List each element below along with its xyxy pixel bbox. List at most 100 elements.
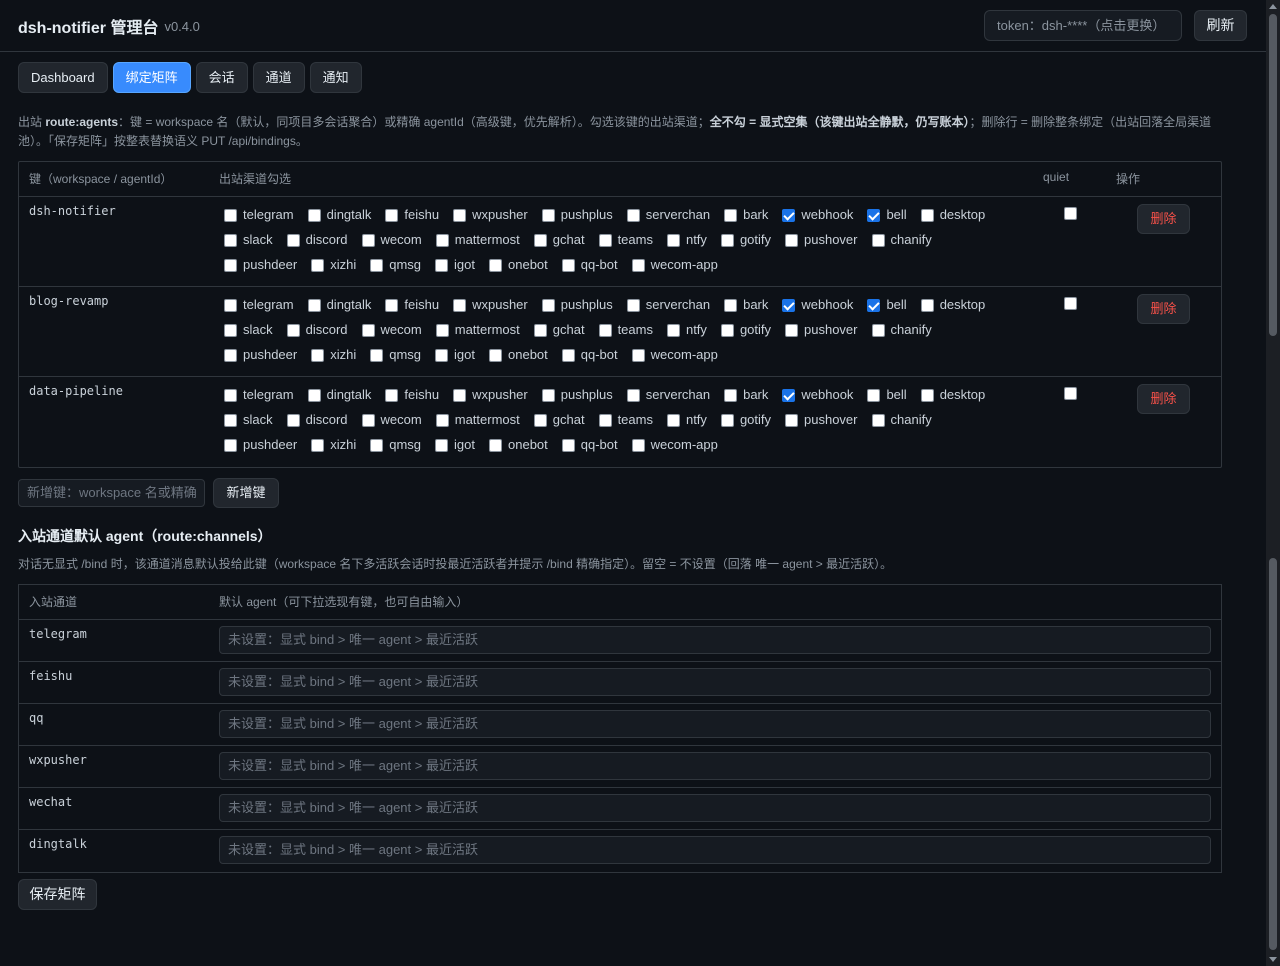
channel-checkbox-dingtalk[interactable]: dingtalk: [307, 207, 386, 222]
checkbox[interactable]: [307, 389, 321, 402]
checkbox[interactable]: [307, 209, 321, 222]
channel-checkbox-pushdeer[interactable]: pushdeer: [224, 257, 311, 272]
checkbox[interactable]: [286, 324, 300, 337]
channel-checkbox-ntfy[interactable]: ntfy: [666, 412, 721, 427]
token-input[interactable]: token：dsh-****（点击更换）: [984, 10, 1182, 41]
checkbox[interactable]: [286, 414, 300, 427]
checkbox[interactable]: [224, 259, 237, 272]
channel-checkbox-gotify[interactable]: gotify: [720, 232, 785, 247]
checkbox[interactable]: [785, 234, 799, 247]
checkbox[interactable]: [224, 234, 237, 247]
channel-checkbox-desktop[interactable]: desktop: [920, 297, 1000, 312]
channel-checkbox-chanify[interactable]: chanify: [871, 322, 946, 337]
checkbox[interactable]: [224, 299, 237, 312]
scroll-up-arrow-icon[interactable]: [1269, 4, 1277, 9]
channel-checkbox-gotify[interactable]: gotify: [720, 412, 785, 427]
checkbox[interactable]: [598, 414, 612, 427]
checkbox[interactable]: [626, 389, 640, 402]
channel-checkbox-qmsg[interactable]: qmsg: [370, 437, 435, 452]
checkbox[interactable]: [370, 439, 384, 452]
delete-button[interactable]: 删除: [1137, 384, 1190, 414]
checkbox[interactable]: [224, 439, 237, 452]
channel-checkbox-qq-bot[interactable]: qq-bot: [561, 257, 632, 272]
channel-checkbox-igot[interactable]: igot: [435, 347, 489, 362]
channel-checkbox-gchat[interactable]: gchat: [533, 232, 599, 247]
checkbox[interactable]: [286, 234, 300, 247]
channel-checkbox-gchat[interactable]: gchat: [533, 412, 599, 427]
scrollbar-thumb[interactable]: [1269, 14, 1277, 336]
channel-checkbox-bell[interactable]: bell: [867, 207, 920, 222]
quiet-checkbox[interactable]: [1064, 387, 1077, 400]
checkbox[interactable]: [370, 259, 384, 272]
channel-checkbox-chanify[interactable]: chanify: [871, 412, 946, 427]
checkbox[interactable]: [871, 324, 885, 337]
checkbox[interactable]: [541, 389, 555, 402]
checkbox[interactable]: [631, 439, 645, 452]
channel-checkbox-xizhi[interactable]: xizhi: [311, 347, 370, 362]
channel-checkbox-wxpusher[interactable]: wxpusher: [453, 297, 542, 312]
checkbox[interactable]: [435, 324, 449, 337]
channel-checkbox-pushplus[interactable]: pushplus: [541, 297, 627, 312]
checkbox[interactable]: [920, 299, 934, 312]
checkbox[interactable]: [598, 324, 612, 337]
checkbox[interactable]: [311, 259, 325, 272]
channel-checkbox-desktop[interactable]: desktop: [920, 387, 1000, 402]
checkbox[interactable]: [867, 389, 881, 402]
checkbox[interactable]: [311, 439, 325, 452]
channel-checkbox-bark[interactable]: bark: [724, 207, 782, 222]
channel-checkbox-discord[interactable]: discord: [286, 322, 362, 337]
checkbox[interactable]: [666, 234, 680, 247]
checkbox[interactable]: [871, 234, 885, 247]
channel-checkbox-qq-bot[interactable]: qq-bot: [561, 437, 632, 452]
checkbox[interactable]: [435, 439, 449, 452]
checkbox[interactable]: [782, 209, 796, 222]
scrollbar-thumb-lower[interactable]: [1269, 558, 1277, 950]
quiet-checkbox[interactable]: [1064, 207, 1077, 220]
channel-checkbox-qq-bot[interactable]: qq-bot: [561, 347, 632, 362]
channel-checkbox-onebot[interactable]: onebot: [489, 437, 562, 452]
checkbox[interactable]: [666, 414, 680, 427]
channel-checkbox-wecom-app[interactable]: wecom-app: [631, 257, 732, 272]
channel-checkbox-chanify[interactable]: chanify: [871, 232, 946, 247]
checkbox[interactable]: [785, 414, 799, 427]
channel-checkbox-ntfy[interactable]: ntfy: [666, 322, 721, 337]
checkbox[interactable]: [631, 349, 645, 362]
default-agent-input[interactable]: 未设置：显式 bind > 唯一 agent > 最近活跃: [219, 626, 1211, 654]
checkbox[interactable]: [631, 259, 645, 272]
channel-checkbox-telegram[interactable]: telegram: [224, 297, 308, 312]
checkbox[interactable]: [871, 414, 885, 427]
checkbox[interactable]: [533, 414, 547, 427]
default-agent-input[interactable]: 未设置：显式 bind > 唯一 agent > 最近活跃: [219, 752, 1211, 780]
channel-checkbox-teams[interactable]: teams: [598, 412, 667, 427]
tab-channels[interactable]: 通道: [252, 62, 305, 93]
checkbox[interactable]: [224, 324, 237, 337]
default-agent-input[interactable]: 未设置：显式 bind > 唯一 agent > 最近活跃: [219, 710, 1211, 738]
tab-bindings[interactable]: 绑定矩阵: [112, 62, 191, 93]
channel-checkbox-wecom-app[interactable]: wecom-app: [631, 347, 732, 362]
checkbox[interactable]: [541, 209, 555, 222]
channel-checkbox-igot[interactable]: igot: [435, 437, 489, 452]
channel-checkbox-serverchan[interactable]: serverchan: [626, 387, 724, 402]
checkbox[interactable]: [785, 324, 799, 337]
channel-checkbox-xizhi[interactable]: xizhi: [311, 437, 370, 452]
checkbox[interactable]: [626, 209, 640, 222]
channel-checkbox-feishu[interactable]: feishu: [385, 297, 453, 312]
channel-checkbox-wecom[interactable]: wecom: [361, 322, 436, 337]
checkbox[interactable]: [920, 209, 934, 222]
checkbox[interactable]: [224, 209, 237, 222]
save-matrix-button[interactable]: 保存矩阵: [18, 879, 97, 910]
checkbox[interactable]: [489, 349, 502, 362]
tab-sessions[interactable]: 会话: [195, 62, 248, 93]
channel-checkbox-bark[interactable]: bark: [724, 387, 782, 402]
checkbox[interactable]: [224, 389, 237, 402]
channel-checkbox-desktop[interactable]: desktop: [920, 207, 1000, 222]
channel-checkbox-mattermost[interactable]: mattermost: [435, 412, 534, 427]
channel-checkbox-onebot[interactable]: onebot: [489, 347, 562, 362]
channel-checkbox-bell[interactable]: bell: [867, 297, 920, 312]
channel-checkbox-serverchan[interactable]: serverchan: [626, 297, 724, 312]
channel-checkbox-ntfy[interactable]: ntfy: [666, 232, 721, 247]
checkbox[interactable]: [453, 389, 467, 402]
checkbox[interactable]: [385, 389, 399, 402]
new-key-input[interactable]: 新增键：workspace 名或精确: [18, 479, 205, 507]
checkbox[interactable]: [224, 414, 237, 427]
